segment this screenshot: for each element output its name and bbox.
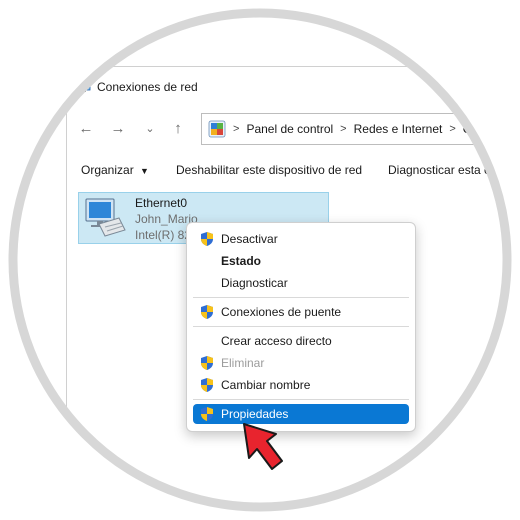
adapter-name: Ethernet0 <box>135 196 188 210</box>
menu-item-cambiar-nombre[interactable]: Cambiar nombre <box>193 375 409 395</box>
disable-device-button[interactable]: Deshabilitar este dispositivo de red <box>176 163 362 177</box>
screenshot-frame: Conexiones de red ← → ⌄ ↑ > Panel de con… <box>0 0 520 520</box>
forward-button[interactable]: → <box>107 117 129 139</box>
command-bar: Organizar ▼ Deshabilitar este dispositiv… <box>67 159 520 183</box>
uac-shield-icon <box>199 377 215 393</box>
recent-locations-button[interactable]: ⌄ <box>139 117 161 139</box>
arrow-right-icon: → <box>110 119 126 137</box>
menu-item-label: Estado <box>221 254 262 268</box>
control-panel-icon <box>208 120 226 138</box>
uac-shield-icon <box>199 304 215 320</box>
organize-button[interactable]: Organizar ▼ <box>81 163 149 177</box>
menu-item-label: Crear acceso directo <box>221 334 332 348</box>
menu-item-label: Diagnosticar <box>221 276 288 290</box>
uac-shield-icon <box>199 406 215 422</box>
network-connections-icon <box>75 77 91 98</box>
breadcrumb-separator: > <box>449 123 456 135</box>
menu-item-label: Cambiar nombre <box>221 378 311 392</box>
menu-item-label: Propiedades <box>221 407 289 421</box>
menu-item-crear-acceso-directo[interactable]: Crear acceso directo <box>193 331 409 351</box>
navigation-row: ← → ⌄ ↑ > Panel de control > Redes e Int… <box>67 113 520 147</box>
menu-item-eliminar: Eliminar <box>193 353 409 373</box>
menu-item-label: Desactivar <box>221 232 278 246</box>
up-button[interactable]: ↑ <box>167 117 189 139</box>
title-bar: Conexiones de red <box>75 77 198 97</box>
breadcrumb-control-panel[interactable]: Panel de control <box>246 122 333 136</box>
menu-item-label: Eliminar <box>221 356 265 370</box>
arrow-left-icon: ← <box>78 119 94 137</box>
breadcrumb-network-connections[interactable]: Co <box>463 122 478 136</box>
adapter-device: Intel(R) 82 <box>135 228 192 242</box>
pointer-arrow-icon <box>236 420 288 483</box>
diagnose-connection-button[interactable]: Diagnosticar esta co <box>388 163 497 177</box>
menu-separator <box>193 399 409 400</box>
arrow-up-icon: ↑ <box>174 119 182 137</box>
menu-item-propiedades[interactable]: Propiedades <box>193 404 409 424</box>
context-menu: Desactivar Estado Diagnosticar Conexione… <box>186 222 416 432</box>
breadcrumb-separator: > <box>233 123 240 135</box>
caret-down-icon: ▼ <box>140 166 149 176</box>
address-bar[interactable]: > Panel de control > Redes e Internet > … <box>201 113 520 145</box>
breadcrumb-network-internet[interactable]: Redes e Internet <box>354 122 443 136</box>
network-adapter-icon <box>83 196 129 243</box>
uac-shield-icon <box>199 231 215 247</box>
menu-separator <box>193 326 409 327</box>
window-title: Conexiones de red <box>97 80 198 94</box>
breadcrumb-separator: > <box>340 123 347 135</box>
menu-item-diagnosticar[interactable]: Diagnosticar <box>193 273 409 293</box>
menu-item-label: Conexiones de puente <box>221 305 342 319</box>
back-button[interactable]: ← <box>75 117 97 139</box>
menu-item-desactivar[interactable]: Desactivar <box>193 229 409 249</box>
menu-item-conexiones-de-puente[interactable]: Conexiones de puente <box>193 302 409 322</box>
uac-shield-icon <box>199 355 215 371</box>
menu-separator <box>193 297 409 298</box>
organize-label: Organizar <box>81 163 134 177</box>
chevron-down-icon: ⌄ <box>145 122 155 135</box>
menu-item-estado[interactable]: Estado <box>193 251 409 271</box>
